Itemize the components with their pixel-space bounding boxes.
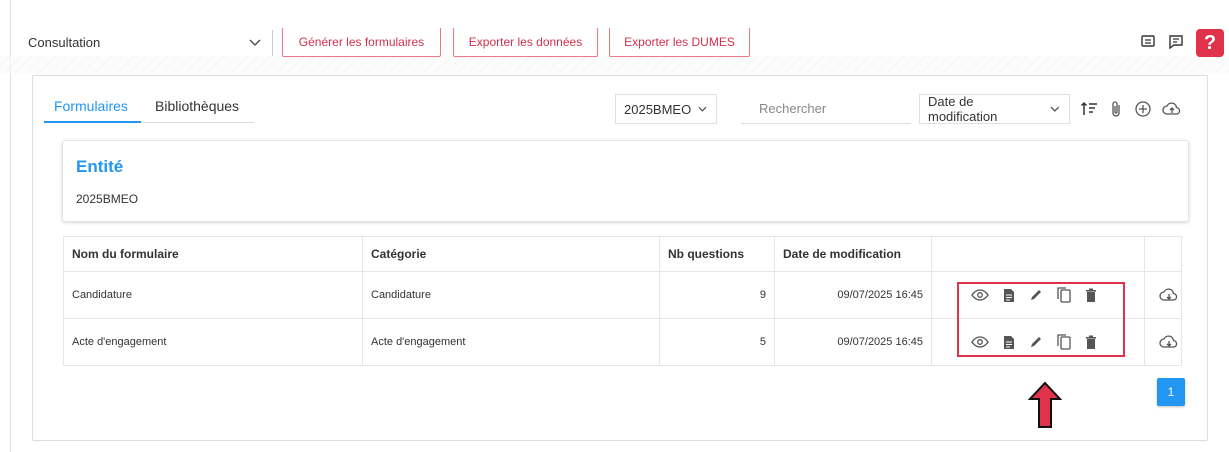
message-icon[interactable] [1168,34,1184,50]
chevron-down-icon [1050,106,1060,112]
help-button[interactable]: ? [1196,29,1224,57]
chevron-down-icon [249,39,261,47]
cell-date: 09/07/2025 16:45 [774,318,932,366]
cell-questions: 5 [659,318,775,366]
col-header-category[interactable]: Catégorie [362,236,660,272]
chevron-down-icon [698,106,707,112]
cell-questions: 9 [659,271,775,319]
entity-select[interactable]: 2025BMEO [615,94,717,124]
export-data-label: Exporter les données [468,35,583,49]
cell-name: Candidature [63,271,363,319]
header-pattern [0,56,1229,74]
entity-select-value: 2025BMEO [624,101,692,117]
divider [272,30,273,56]
export-dumes-button[interactable]: Exporter les DUMES [609,28,750,57]
cloud-download-icon[interactable] [1159,334,1179,350]
page-number: 1 [1167,385,1175,399]
col-header-download [1144,236,1182,272]
table-header-row: Nom du formulaire Catégorie Nb questions… [63,236,1182,272]
page-1-button[interactable]: 1 [1157,378,1185,406]
search-input[interactable]: Rechercher [741,94,911,124]
comments-icon[interactable] [1140,34,1156,50]
actions-highlight-box [957,282,1125,357]
sort-select[interactable]: Date de modification [919,94,1070,124]
cell-name: Acte d'engagement [63,318,363,366]
top-icons [1140,34,1184,50]
up-arrow-annotation-icon [1028,381,1062,428]
search-placeholder: Rechercher [759,101,827,116]
col-header-questions[interactable]: Nb questions [659,236,775,272]
export-dumes-label: Exporter les DUMES [624,35,735,49]
export-data-button[interactable]: Exporter les données [453,28,598,57]
tab-bibliotheques[interactable]: Bibliothèques [155,98,239,114]
col-header-actions [931,236,1145,272]
entity-card [62,140,1189,222]
add-circle-icon[interactable] [1134,100,1152,118]
mode-select[interactable]: Consultation [28,30,262,54]
entity-title: Entité [76,157,124,176]
cloud-download-icon[interactable] [1159,287,1179,303]
tab-formulaires[interactable]: Formulaires [54,98,128,114]
cell-category: Candidature [362,271,660,319]
entity-value: 2025BMEO [76,192,139,206]
list-tools [1080,100,1182,118]
cloud-upload-icon[interactable] [1162,100,1182,118]
cell-category: Acte d'engagement [362,318,660,366]
generate-forms-label: Générer les formulaires [298,35,425,49]
col-header-date[interactable]: Date de modification [774,236,932,272]
mode-select-value: Consultation [28,34,101,50]
sort-select-value: Date de modification [928,94,998,124]
active-tab-indicator [44,121,141,123]
cell-date: 09/07/2025 16:45 [774,271,932,319]
help-label: ? [1203,31,1217,54]
sort-order-icon[interactable] [1080,100,1098,118]
generate-forms-button[interactable]: Générer les formulaires [282,28,441,57]
col-header-name[interactable]: Nom du formulaire [63,236,363,272]
attachment-icon[interactable] [1108,100,1124,118]
